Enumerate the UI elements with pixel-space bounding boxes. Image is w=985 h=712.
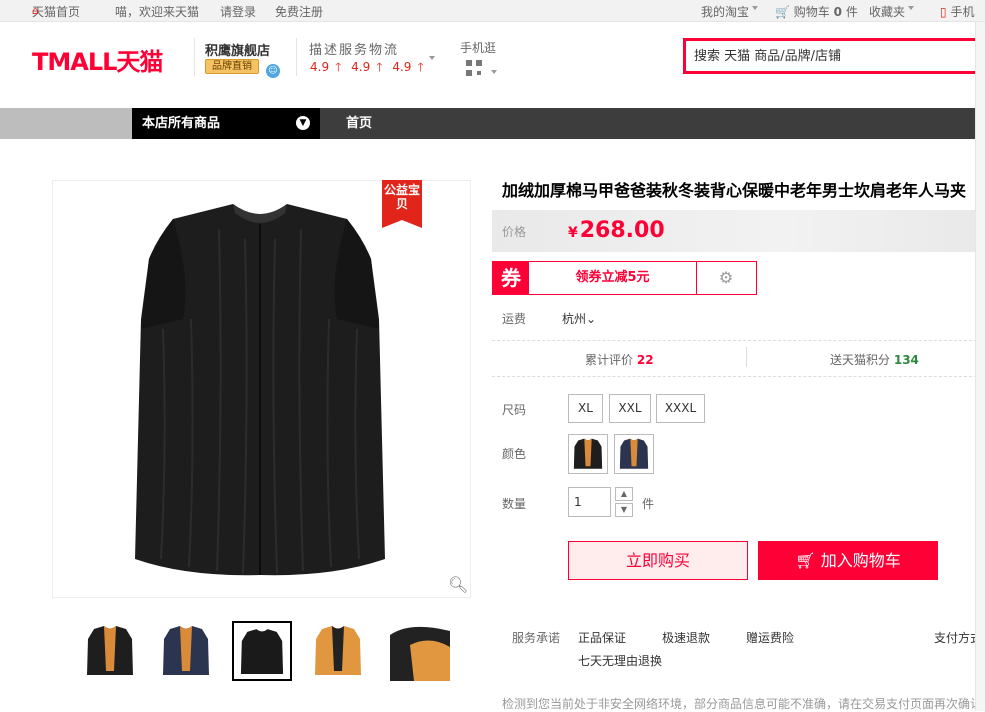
add-to-cart-button[interactable]: 🛒︎ 加入购物车 <box>758 541 938 580</box>
nav-left-bar <box>0 108 132 139</box>
service-label: 服务承诺 <box>512 631 561 645</box>
shop-name[interactable]: 积鹰旗舰店 <box>205 40 270 59</box>
service-genuine[interactable]: 正品保证 <box>578 629 626 646</box>
price-box: 价格 ¥268.00 <box>492 210 977 252</box>
quantity-decrease-button[interactable]: ▼ <box>615 503 633 517</box>
divider <box>296 38 297 76</box>
size-label: 尺码 <box>502 403 527 417</box>
price-label: 价格 <box>502 225 527 239</box>
quantity-label: 数量 <box>502 497 527 511</box>
cart-count: 0 <box>833 5 842 19</box>
scrollbar[interactable] <box>975 22 985 711</box>
charity-badge: 公益宝贝 <box>382 180 422 228</box>
review-count[interactable]: 累计评价 22 <box>585 351 654 368</box>
service-shipping-insurance[interactable]: 赠运费险 <box>746 629 794 646</box>
quantity-unit: 件 <box>642 497 655 511</box>
shipping-label: 运费 <box>502 312 527 326</box>
home-icon: ⌂ <box>32 4 39 17</box>
vest-image <box>135 204 385 576</box>
thumbnail-1[interactable] <box>80 621 140 681</box>
home-link[interactable]: ⌂ 天猫首页 <box>32 3 80 20</box>
dsr-score-logistics: 4.9 🡑 <box>392 60 424 74</box>
coupon-bar[interactable]: 券 领券立减5元 ⚙ <box>492 261 757 295</box>
product-title: 加绒加厚棉马甲爸爸装秋冬装背心保暖中老年男士坎肩老年人马夹 <box>502 181 967 200</box>
tmall-points: 送天猫积分 134 <box>830 353 919 367</box>
chevron-down-icon <box>752 6 759 10</box>
shop-nav: 本店所有商品 ▼ 首页 <box>0 108 985 139</box>
gear-icon[interactable]: ⚙ <box>717 269 735 287</box>
color-option-black[interactable] <box>568 434 608 474</box>
color-label: 颜色 <box>502 447 527 461</box>
cart-icon: 🛒 <box>775 5 790 19</box>
tmall-logo[interactable]: TMALL天猫 <box>32 42 163 77</box>
mobile-link[interactable]: ▯ 手机 <box>940 3 974 20</box>
search-box[interactable] <box>683 38 983 74</box>
service-fast-refund[interactable]: 极速退款 <box>662 629 710 646</box>
thumbnail-2[interactable] <box>156 621 216 681</box>
size-option-xxxl[interactable]: XXXL <box>656 394 705 423</box>
chevron-down-icon: ⌄ <box>586 312 597 326</box>
search-input[interactable] <box>686 41 980 71</box>
thumbnail-5[interactable] <box>384 621 450 681</box>
main-product-image[interactable] <box>52 180 471 598</box>
welcome-text: 喵，欢迎来天猫 <box>115 5 200 19</box>
size-option-xl[interactable]: XL <box>568 394 603 423</box>
favorites-link[interactable]: 收藏夹 <box>869 3 915 20</box>
register-link[interactable]: 免费注册 <box>275 3 323 20</box>
login-link[interactable]: 请登录 <box>220 3 256 20</box>
price-value: ¥268.00 <box>568 218 665 243</box>
qr-code-icon[interactable] <box>466 60 482 76</box>
my-taobao-link[interactable]: 我的淘宝 <box>701 3 759 20</box>
coupon-get-button[interactable]: 领券立减5元 <box>529 262 697 294</box>
thumbnail-4[interactable] <box>308 621 368 681</box>
security-notice: 检测到您当前处于非安全网络环境，部分商品信息可能不准确，请在交易支付页面再次确认… <box>502 697 985 711</box>
divider <box>746 347 747 367</box>
dsr-scores: 4.9 🡑 4.9 🡑 4.9 🡑 <box>310 58 430 79</box>
divider <box>194 38 195 76</box>
size-option-xxl[interactable]: XXL <box>609 394 651 423</box>
nav-home[interactable]: 首页 <box>346 108 372 139</box>
chevron-down-icon: ▼ <box>296 116 310 130</box>
color-option-navy[interactable] <box>614 434 654 474</box>
quantity-increase-button[interactable]: ▲ <box>615 487 633 501</box>
shop-badge: 品牌直销 <box>205 59 259 74</box>
divider <box>492 340 977 341</box>
wangwang-icon[interactable]: ☺ <box>266 64 280 78</box>
quantity-input[interactable]: 1 <box>568 487 611 517</box>
dsr-score-desc: 4.9 🡑 <box>310 60 342 74</box>
shop-header: TMALL天猫 积鹰旗舰店 品牌直销 ☺ 描述服务物流 4.9 🡑 4.9 🡑 4.… <box>0 22 985 108</box>
chevron-down-icon <box>908 6 915 10</box>
chevron-down-icon <box>488 64 497 78</box>
site-topbar: ⌂ 天猫首页 喵，欢迎来天猫 请登录 免费注册 我的淘宝 🛒 购物车 0 件 收… <box>0 0 985 22</box>
dsr-score-service: 4.9 🡑 <box>351 60 383 74</box>
service-7day-return[interactable]: 七天无理由退换 <box>578 652 662 669</box>
phone-icon: ▯ <box>940 5 947 19</box>
cart-link[interactable]: 🛒 购物车 0 件 <box>775 3 858 20</box>
dsr-title: 描述服务物流 <box>309 43 400 58</box>
cart-plus-icon: 🛒︎ <box>795 551 816 570</box>
zoom-icon[interactable]: 🔍︎ <box>448 576 468 594</box>
thumbnail-3[interactable] <box>232 621 292 681</box>
coupon-tag: 券 <box>493 262 529 294</box>
nav-all-products[interactable]: 本店所有商品 ▼ <box>132 108 320 139</box>
shipping-location[interactable]: 杭州⌄ <box>562 310 596 327</box>
buy-now-button[interactable]: 立即购买 <box>568 541 748 580</box>
divider <box>492 376 977 377</box>
mobile-shop-label[interactable]: 手机逛 <box>460 39 496 56</box>
